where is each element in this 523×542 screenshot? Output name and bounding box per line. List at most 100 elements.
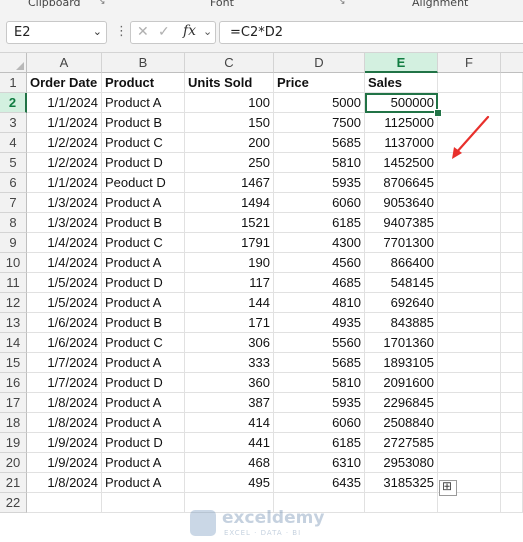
cell[interactable]: 2296845 <box>365 393 438 413</box>
cell[interactable] <box>501 453 523 473</box>
cell[interactable]: 4560 <box>274 253 365 273</box>
row-header[interactable]: 7 <box>0 193 27 213</box>
row-header[interactable]: 2 <box>0 93 27 113</box>
cell[interactable]: 5810 <box>274 153 365 173</box>
cell[interactable]: 6060 <box>274 193 365 213</box>
cell[interactable]: 1/2/2024 <box>27 153 102 173</box>
cell[interactable] <box>501 353 523 373</box>
cell[interactable]: Product C <box>102 233 185 253</box>
cell[interactable]: Product A <box>102 253 185 273</box>
cell[interactable] <box>438 253 501 273</box>
cell[interactable]: Product B <box>102 213 185 233</box>
cell[interactable] <box>438 273 501 293</box>
cell[interactable]: 9053640 <box>365 193 438 213</box>
cell[interactable]: 4935 <box>274 313 365 333</box>
cell[interactable] <box>501 73 523 93</box>
cell[interactable]: Product A <box>102 93 185 113</box>
formula-input[interactable]: =C2*D2 <box>219 21 523 44</box>
cell[interactable]: 7500 <box>274 113 365 133</box>
cell[interactable]: Product C <box>102 133 185 153</box>
cell[interactable]: 1521 <box>185 213 274 233</box>
column-header-g[interactable] <box>501 53 523 73</box>
cell[interactable]: Product D <box>102 373 185 393</box>
clipboard-launcher-icon[interactable]: ↘ <box>98 0 106 7</box>
cell[interactable]: 468 <box>185 453 274 473</box>
cell[interactable]: 1791 <box>185 233 274 253</box>
cell[interactable]: 1/5/2024 <box>27 273 102 293</box>
cell[interactable] <box>438 73 501 93</box>
cell[interactable] <box>438 413 501 433</box>
cell[interactable]: 866400 <box>365 253 438 273</box>
cell[interactable] <box>501 133 523 153</box>
row-header[interactable]: 9 <box>0 233 27 253</box>
cell[interactable]: 3185325 <box>365 473 438 493</box>
fill-handle[interactable] <box>434 109 442 117</box>
cell[interactable] <box>438 173 501 193</box>
cell[interactable]: Product A <box>102 393 185 413</box>
cell[interactable]: 1/4/2024 <box>27 233 102 253</box>
row-header[interactable]: 15 <box>0 353 27 373</box>
column-header-e[interactable]: E <box>365 53 438 73</box>
cell[interactable]: 1/4/2024 <box>27 253 102 273</box>
row-header[interactable]: 1 <box>0 73 27 93</box>
cell[interactable] <box>438 313 501 333</box>
cell[interactable]: 200 <box>185 133 274 153</box>
row-header[interactable]: 17 <box>0 393 27 413</box>
cell[interactable]: 2953080 <box>365 453 438 473</box>
cell[interactable]: 7701300 <box>365 233 438 253</box>
cell[interactable]: 5000 <box>274 93 365 113</box>
cancel-icon[interactable]: ✕ <box>137 23 149 40</box>
cell[interactable]: 9407385 <box>365 213 438 233</box>
cell[interactable]: 495 <box>185 473 274 493</box>
cell[interactable] <box>501 493 523 513</box>
row-header[interactable]: 4 <box>0 133 27 153</box>
cell[interactable]: 1/6/2024 <box>27 313 102 333</box>
cell[interactable]: 144 <box>185 293 274 313</box>
cell[interactable]: Product A <box>102 473 185 493</box>
column-header-c[interactable]: C <box>185 53 274 73</box>
row-header[interactable]: 11 <box>0 273 27 293</box>
row-header[interactable]: 3 <box>0 113 27 133</box>
cell[interactable]: 4300 <box>274 233 365 253</box>
cell[interactable]: 117 <box>185 273 274 293</box>
cell[interactable] <box>501 273 523 293</box>
select-all-button[interactable] <box>0 53 27 73</box>
cell[interactable]: Product A <box>102 453 185 473</box>
cell[interactable] <box>438 233 501 253</box>
column-header-f[interactable]: F <box>438 53 501 73</box>
row-header[interactable]: 12 <box>0 293 27 313</box>
cell[interactable]: 8706645 <box>365 173 438 193</box>
cell[interactable] <box>438 393 501 413</box>
row-header[interactable]: 13 <box>0 313 27 333</box>
cell[interactable] <box>501 233 523 253</box>
column-header-b[interactable]: B <box>102 53 185 73</box>
cell[interactable] <box>501 173 523 193</box>
cell[interactable]: Product B <box>102 313 185 333</box>
cell[interactable] <box>501 393 523 413</box>
cell[interactable] <box>501 293 523 313</box>
cell[interactable] <box>438 353 501 373</box>
cell[interactable]: 387 <box>185 393 274 413</box>
cell[interactable] <box>501 413 523 433</box>
cell[interactable]: 1/7/2024 <box>27 353 102 373</box>
cell[interactable]: 1/8/2024 <box>27 473 102 493</box>
cell[interactable]: 1/5/2024 <box>27 293 102 313</box>
cell[interactable]: 5935 <box>274 393 365 413</box>
cell[interactable]: 2091600 <box>365 373 438 393</box>
cell[interactable] <box>501 93 523 113</box>
cell[interactable]: Product A <box>102 193 185 213</box>
row-header[interactable]: 6 <box>0 173 27 193</box>
cell[interactable]: 548145 <box>365 273 438 293</box>
cell[interactable]: Product C <box>102 333 185 353</box>
row-header[interactable]: 18 <box>0 413 27 433</box>
cell[interactable]: 1125000 <box>365 113 438 133</box>
row-header[interactable]: 19 <box>0 433 27 453</box>
cell[interactable]: 333 <box>185 353 274 373</box>
cell[interactable]: 360 <box>185 373 274 393</box>
cell[interactable] <box>501 193 523 213</box>
cell[interactable]: 1/2/2024 <box>27 133 102 153</box>
chevron-down-icon[interactable]: ⌄ <box>93 25 102 38</box>
cell[interactable]: 6435 <box>274 473 365 493</box>
cell[interactable]: 1/1/2024 <box>27 173 102 193</box>
row-header[interactable]: 10 <box>0 253 27 273</box>
